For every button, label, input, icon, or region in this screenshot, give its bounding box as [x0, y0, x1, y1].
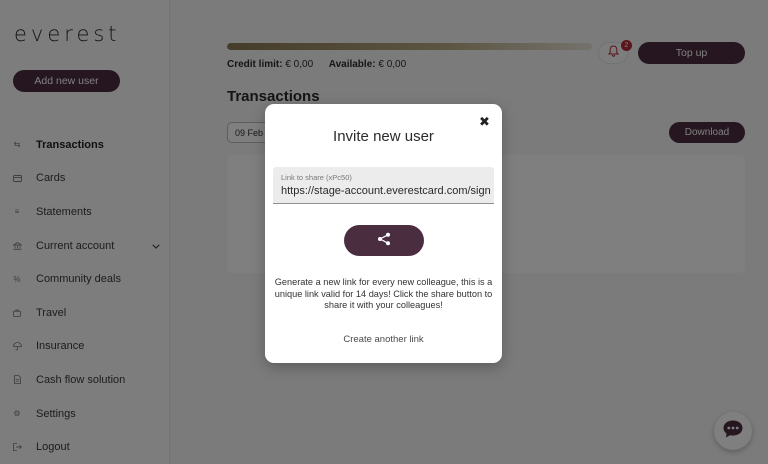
close-icon[interactable]: ✖ — [479, 115, 490, 129]
create-another-link[interactable]: Create another link — [265, 334, 502, 345]
invite-user-modal: ✖ Invite new user Link to share (xPc50) … — [265, 104, 502, 363]
share-link-field[interactable]: Link to share (xPc50) https://stage-acco… — [273, 167, 494, 204]
share-icon — [377, 232, 391, 249]
invite-description: Generate a new link for every new collea… — [274, 277, 493, 310]
share-link-label: Link to share (xPc50) — [281, 173, 352, 182]
share-button[interactable] — [344, 225, 424, 256]
app-root: everest Add new user ⇆ Transactions Card… — [0, 0, 768, 464]
modal-title: Invite new user — [333, 128, 434, 145]
share-link-value[interactable]: https://stage-account.everestcard.com/si… — [281, 185, 491, 197]
